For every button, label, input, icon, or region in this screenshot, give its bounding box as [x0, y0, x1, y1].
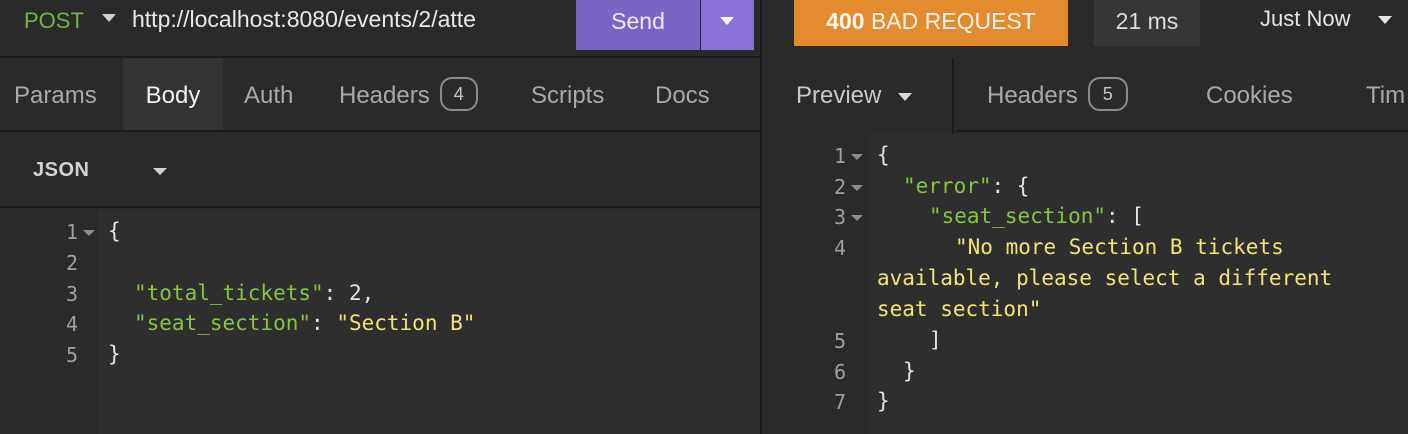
code-line: } — [877, 389, 890, 413]
history-select[interactable]: Just Now — [1260, 6, 1350, 32]
code-line: "seat_section": [ — [929, 204, 1144, 228]
line-number: 1 — [65, 220, 78, 244]
code-line: "seat_section": "Section B" — [134, 311, 476, 335]
tab-docs[interactable]: Docs — [655, 58, 710, 130]
fold-icon[interactable] — [83, 230, 95, 236]
fold-icon[interactable] — [851, 154, 863, 160]
json-key: "total_tickets" — [134, 281, 324, 305]
tab-response-headers[interactable]: Headers 5 — [987, 58, 1128, 132]
code-line: { — [877, 143, 890, 167]
tab-cookies[interactable]: Cookies — [1206, 58, 1293, 132]
tab-timeline[interactable]: Tim — [1366, 58, 1405, 132]
line-number: 6 — [833, 360, 846, 384]
send-options-button[interactable] — [701, 0, 754, 50]
body-type-label: JSON — [33, 159, 90, 181]
status-code: 400 — [826, 8, 865, 34]
send-button[interactable]: Send — [576, 0, 700, 50]
chevron-down-icon[interactable] — [1378, 16, 1392, 24]
line-number: 3 — [833, 205, 846, 229]
body-type-selector[interactable]: JSON — [0, 134, 760, 208]
line-number: 5 — [833, 329, 846, 353]
code-line: "error": { — [903, 174, 1029, 198]
json-value: 2, — [348, 281, 375, 305]
line-number: 1 — [833, 144, 846, 168]
tab-label: Headers — [339, 82, 430, 109]
fold-icon[interactable] — [851, 185, 863, 191]
code-line: { — [108, 219, 121, 243]
tab-label: Tim — [1366, 82, 1406, 109]
tab-label: Preview — [796, 82, 882, 109]
line-number-gutter: 1 2 3 4 5 — [0, 210, 98, 434]
line-number: 2 — [833, 175, 846, 199]
line-number-gutter: 1 2 3 4 5 6 7 — [762, 134, 868, 434]
line-number: 5 — [65, 343, 78, 367]
chevron-down-icon — [898, 93, 912, 101]
status-badge: 400 BAD REQUEST — [794, 0, 1068, 46]
response-time: 21 ms — [1094, 0, 1200, 46]
brace: { — [108, 219, 121, 243]
brace: } — [108, 342, 121, 366]
chevron-down-icon[interactable] — [102, 14, 116, 22]
request-body-editor[interactable]: { "total_tickets": 2, "seat_section": "S… — [98, 210, 760, 434]
tab-label: Body — [145, 82, 201, 109]
line-number: 3 — [65, 282, 78, 306]
fold-icon[interactable] — [851, 215, 863, 221]
code-line: } — [903, 359, 916, 383]
response-body-viewer[interactable]: { "error": { "seat_section": [ "No more … — [868, 134, 1408, 434]
tab-headers[interactable]: Headers 4 — [339, 58, 478, 130]
json-key: "seat_section" — [929, 204, 1107, 228]
tab-body[interactable]: Body — [123, 58, 223, 130]
tab-label: Auth — [244, 82, 294, 109]
tab-label: Scripts — [531, 82, 605, 109]
code-line: available, please select a different — [877, 266, 1333, 290]
tab-preview[interactable]: Preview — [762, 58, 954, 134]
tab-auth[interactable]: Auth — [244, 58, 293, 130]
code-line: seat section" — [877, 297, 1042, 321]
code-line: "total_tickets": 2, — [134, 281, 375, 305]
request-tabs: Params Body Auth Headers 4 Scripts Docs — [0, 58, 760, 132]
tab-label: Params — [14, 82, 97, 109]
tab-params[interactable]: Params — [14, 58, 97, 130]
tab-label: Cookies — [1206, 82, 1293, 109]
code-line: "No more Section B tickets — [955, 235, 1284, 259]
punctuation: : { — [991, 174, 1030, 198]
json-value: "Section B" — [336, 311, 476, 335]
code-line: } — [108, 342, 121, 366]
tab-label: Headers — [987, 82, 1078, 109]
json-key: "seat_section" — [134, 311, 312, 335]
line-number: 7 — [833, 390, 846, 414]
request-pane: POST http://localhost:8080/events/2/atte… — [0, 0, 760, 434]
punctuation: : [ — [1106, 204, 1144, 228]
chevron-down-icon — [153, 168, 167, 175]
line-number: 2 — [65, 251, 78, 275]
line-number: 4 — [833, 236, 846, 260]
headers-count-badge: 5 — [1087, 76, 1128, 111]
status-text: BAD REQUEST — [870, 8, 1036, 34]
method-select[interactable]: POST — [24, 8, 84, 34]
brace: { — [877, 143, 890, 167]
line-number: 4 — [65, 312, 78, 336]
chevron-down-icon — [720, 17, 734, 25]
code-line: ] — [929, 328, 942, 352]
url-bar: POST http://localhost:8080/events/2/atte… — [0, 0, 760, 58]
json-key: "error" — [903, 174, 992, 198]
tab-scripts[interactable]: Scripts — [531, 58, 604, 130]
url-input[interactable]: http://localhost:8080/events/2/atte — [132, 6, 552, 33]
response-pane: 400 BAD REQUEST 21 ms Just Now Preview H… — [762, 0, 1408, 434]
tab-label: Docs — [655, 82, 710, 109]
headers-count-badge: 4 — [439, 76, 478, 111]
